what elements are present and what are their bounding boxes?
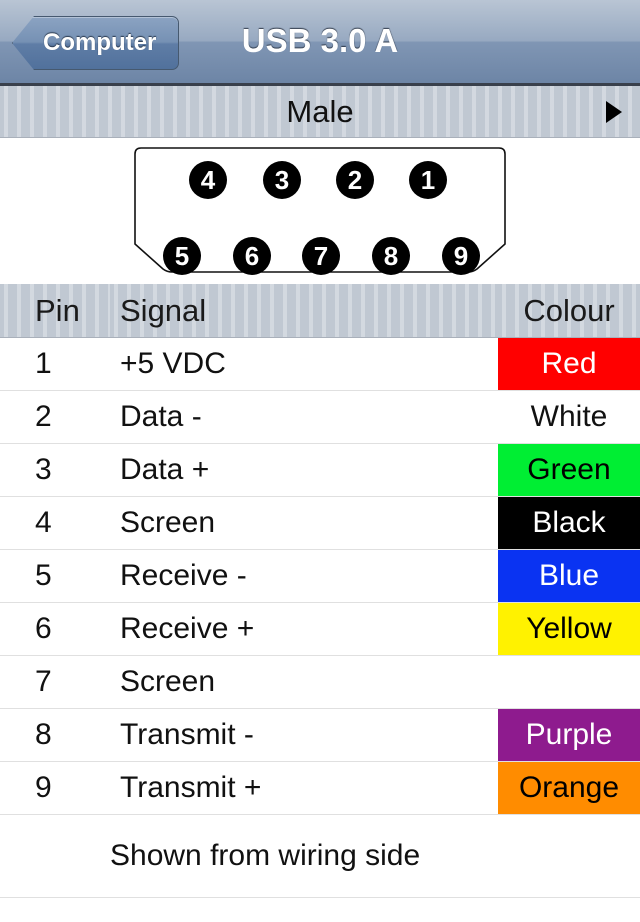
cell-colour: Purple xyxy=(498,708,640,762)
cell-signal: Data - xyxy=(110,390,498,444)
table-row[interactable]: 4 Screen Black xyxy=(0,496,640,550)
cell-colour: Orange xyxy=(498,761,640,815)
cell-signal: Receive + xyxy=(110,602,498,656)
colour-swatch: Green xyxy=(498,444,640,496)
cell-signal: Screen xyxy=(110,655,498,709)
cell-pin: 1 xyxy=(0,337,110,391)
cell-colour: Green xyxy=(498,443,640,497)
column-header-pin: Pin xyxy=(0,284,110,338)
pin-top-2: 2 xyxy=(336,161,374,199)
cell-colour: Red xyxy=(498,337,640,391)
table-row[interactable]: 5 Receive - Blue xyxy=(0,549,640,603)
cell-empty xyxy=(0,814,110,898)
table-row[interactable]: 9 Transmit + Orange xyxy=(0,761,640,815)
colour-swatch: Black xyxy=(498,497,640,549)
svg-text:6: 6 xyxy=(245,241,259,271)
svg-text:3: 3 xyxy=(275,165,289,195)
cell-signal: Transmit - xyxy=(110,708,498,762)
svg-text:5: 5 xyxy=(175,241,189,271)
table-row[interactable]: 1 +5 VDC Red xyxy=(0,337,640,391)
table-row[interactable]: 8 Transmit - Purple xyxy=(0,708,640,762)
colour-swatch: Yellow xyxy=(498,603,640,655)
svg-text:8: 8 xyxy=(384,241,398,271)
cell-pin: 4 xyxy=(0,496,110,550)
cell-pin: 5 xyxy=(0,549,110,603)
cell-pin: 2 xyxy=(0,390,110,444)
svg-text:7: 7 xyxy=(314,241,328,271)
colour-swatch: Orange xyxy=(498,762,640,814)
column-header-colour: Colour xyxy=(498,284,640,338)
triangle-right-icon[interactable] xyxy=(606,100,622,123)
column-header-signal: Signal xyxy=(110,284,498,338)
cell-signal: Transmit + xyxy=(110,761,498,815)
pin-bottom-8: 8 xyxy=(372,237,410,275)
cell-colour: Yellow xyxy=(498,602,640,656)
colour-swatch xyxy=(498,656,640,708)
svg-text:4: 4 xyxy=(201,165,216,195)
svg-text:9: 9 xyxy=(454,241,468,271)
cell-signal: Screen xyxy=(110,496,498,550)
pin-bottom-7: 7 xyxy=(302,237,340,275)
cell-pin: 7 xyxy=(0,655,110,709)
svg-text:1: 1 xyxy=(421,165,435,195)
table-row[interactable]: 6 Receive + Yellow xyxy=(0,602,640,656)
table-footer-row: Shown from wiring side xyxy=(0,814,640,898)
cell-pin: 9 xyxy=(0,761,110,815)
connector-diagram: 4 3 2 1 5 6 7 8 9 xyxy=(0,138,640,284)
navigation-bar: Computer USB 3.0 A xyxy=(0,0,640,86)
gender-selector-bar[interactable]: Male xyxy=(0,86,640,138)
cell-signal: Receive - xyxy=(110,549,498,603)
cell-pin: 3 xyxy=(0,443,110,497)
cell-colour: Black xyxy=(498,496,640,550)
colour-swatch: White xyxy=(498,391,640,443)
cell-pin: 8 xyxy=(0,708,110,762)
colour-swatch: Red xyxy=(498,338,640,390)
colour-swatch: Purple xyxy=(498,709,640,761)
cell-colour: White xyxy=(498,390,640,444)
pin-top-4: 4 xyxy=(189,161,227,199)
pin-bottom-5: 5 xyxy=(163,237,201,275)
pin-top-1: 1 xyxy=(409,161,447,199)
table-header: Pin Signal Colour xyxy=(0,284,640,338)
cell-signal: +5 VDC xyxy=(110,337,498,391)
cell-signal: Data + xyxy=(110,443,498,497)
table-row[interactable]: 7 Screen xyxy=(0,655,640,709)
wiring-side-note: Shown from wiring side xyxy=(110,814,640,898)
table-row[interactable]: 2 Data - White xyxy=(0,390,640,444)
table-body: 1 +5 VDC Red 2 Data - White 3 Data + Green 4 Scree… xyxy=(0,337,640,898)
bottom-spacer xyxy=(0,898,640,922)
cell-colour xyxy=(498,655,640,709)
cell-pin: 6 xyxy=(0,602,110,656)
cell-colour: Blue xyxy=(498,549,640,603)
pin-bottom-6: 6 xyxy=(233,237,271,275)
svg-text:2: 2 xyxy=(348,165,362,195)
pin-bottom-9: 9 xyxy=(442,237,480,275)
page-title: USB 3.0 A xyxy=(241,22,399,59)
colour-swatch: Blue xyxy=(498,550,640,602)
gender-label: Male xyxy=(286,93,354,129)
table-header-row: Pin Signal Colour xyxy=(0,284,640,338)
table-row[interactable]: 3 Data + Green xyxy=(0,443,640,497)
app-screen: Computer USB 3.0 A Male 4 3 2 1 5 6 7 8 … xyxy=(0,0,640,922)
pin-top-3: 3 xyxy=(263,161,301,199)
pinout-table: Pin Signal Colour 1 +5 VDC Red 2 Data - White… xyxy=(0,284,640,898)
connector-shape-svg: 4 3 2 1 5 6 7 8 9 xyxy=(134,147,506,275)
